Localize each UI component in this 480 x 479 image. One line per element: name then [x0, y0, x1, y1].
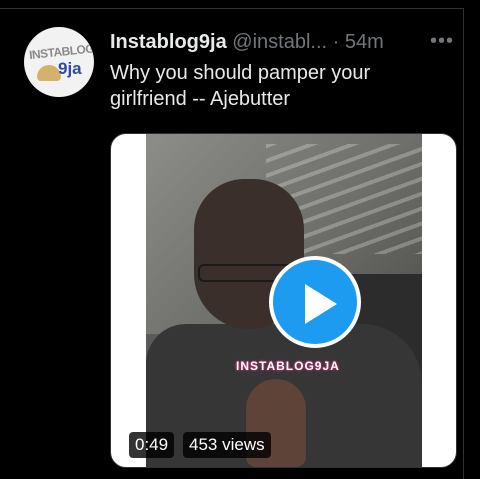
divider-right — [463, 8, 464, 479]
view-count: 453 views — [183, 432, 271, 458]
play-icon — [305, 284, 337, 324]
video-watermark: INSTABLOG9JA — [236, 359, 340, 373]
avatar-logo-suffix: 9ja — [58, 59, 82, 78]
tweet-text: Why you should pamper your girlfriend --… — [110, 62, 371, 110]
play-button[interactable] — [269, 256, 361, 348]
video-player[interactable]: INSTABLOG9JA — [110, 133, 457, 468]
video-duration: 0:49 — [129, 432, 175, 458]
video-frame[interactable]: INSTABLOG9JA — [146, 134, 422, 467]
separator-dot: · — [332, 31, 340, 53]
more-options-icon[interactable]: ••• — [430, 30, 454, 52]
display-name[interactable]: Instablog9ja — [110, 31, 227, 53]
divider-top — [0, 8, 464, 9]
user-handle[interactable]: @instabl... — [232, 31, 327, 53]
timestamp[interactable]: 54m — [345, 31, 384, 53]
avatar[interactable]: INSTABLOG 9ja — [24, 27, 94, 97]
tweet-header: Instablog9ja @instabl... · 54m — [110, 30, 384, 54]
